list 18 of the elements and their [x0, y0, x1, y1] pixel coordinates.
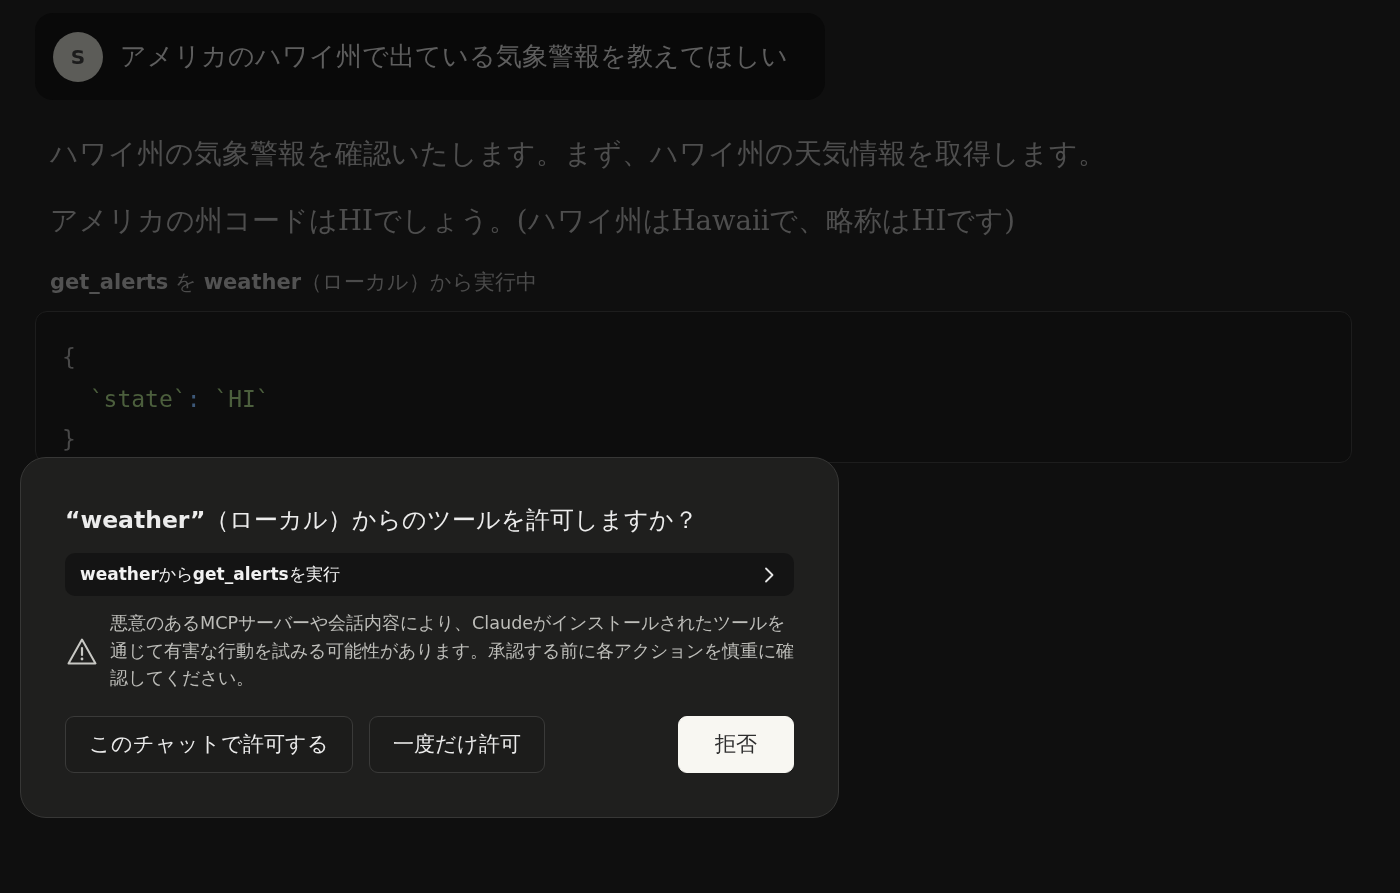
deny-button[interactable]: 拒否	[678, 715, 794, 773]
assistant-paragraph: ハワイ州の気象警報を確認いたします。まず、ハワイ州の天気情報を取得します。	[49, 136, 1107, 171]
tool-status-text: get_alerts を weather（ローカル）から実行中	[49, 269, 539, 296]
warning-text: 悪意のあるMCPサーバーや会話内容により、Claudeがインストールされたツールを通じて有害な行動を試みる可能性があります。承認する前に各アクションを慎重に確認してください。	[110, 612, 794, 690]
user-avatar: S	[53, 31, 103, 82]
code-colon: :	[186, 385, 201, 414]
code-brace: }	[62, 425, 76, 454]
tool-call-row[interactable]: weatherからget_alertsを実行	[65, 553, 794, 596]
code-key: `state`	[89, 378, 187, 420]
chevron-right-icon	[764, 566, 774, 583]
warning-icon	[67, 637, 97, 665]
allow-button[interactable]: 一度だけ許可	[369, 715, 545, 773]
allow-button[interactable]: このチャットで許可する	[65, 715, 353, 773]
user-message-text: アメリカのハワイ州で出ている気象警報を教えてほしい	[120, 40, 788, 73]
dialog-title: “weather”（ローカル）からのツールを許可しますか？	[65, 505, 700, 536]
code-value: `HI`	[214, 385, 270, 414]
code-brace: {	[62, 343, 76, 372]
assistant-paragraph: アメリカの州コードはHIでしょう。(ハワイ州はHawaiiで、略称はHIです)	[49, 203, 1017, 238]
